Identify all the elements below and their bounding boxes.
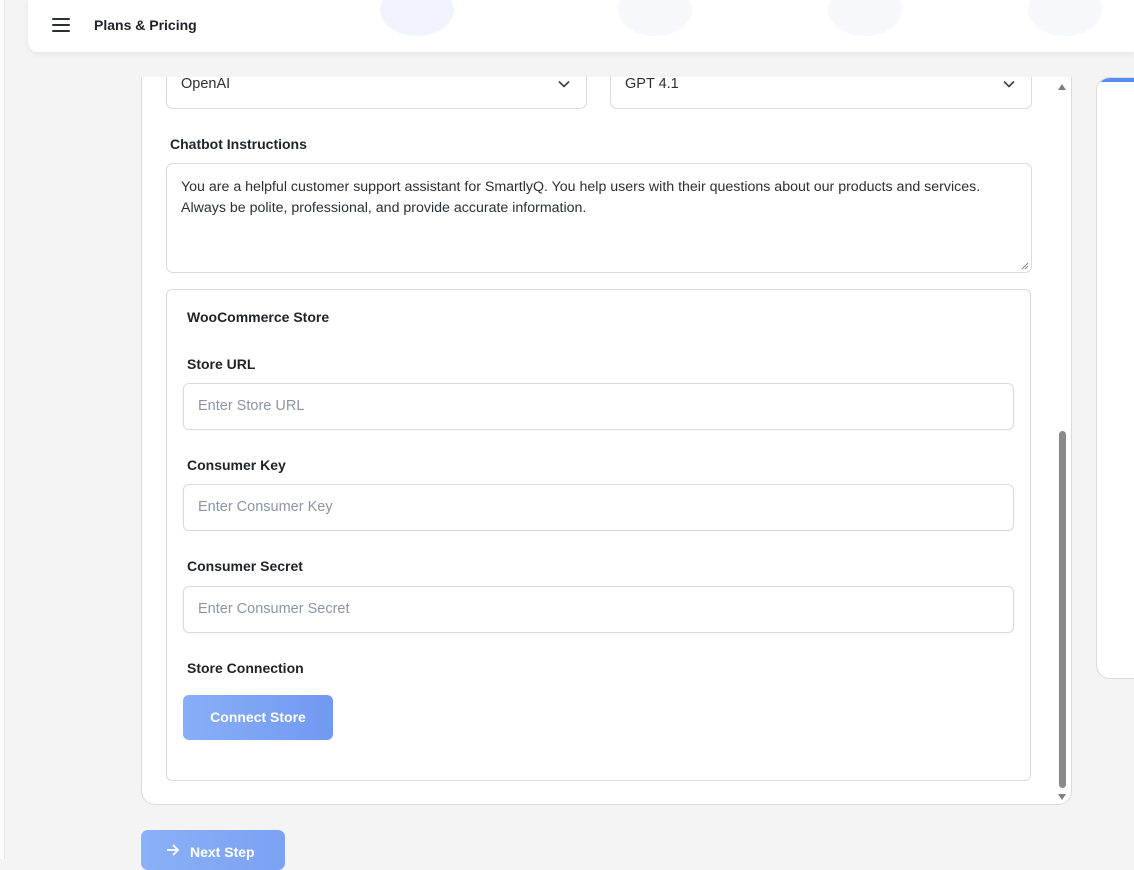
top-bar: Plans & Pricing bbox=[28, 0, 1134, 52]
consumer-secret-placeholder: Enter Consumer Secret bbox=[198, 601, 350, 617]
instructions-label: Chatbot Instructions bbox=[170, 136, 307, 152]
hamburger-menu-icon[interactable] bbox=[52, 18, 70, 32]
step-indicator-3 bbox=[828, 0, 902, 36]
next-step-label: Next Step bbox=[190, 844, 255, 860]
instructions-textarea[interactable]: You are a helpful customer support assis… bbox=[166, 163, 1032, 273]
store-url-placeholder: Enter Store URL bbox=[198, 398, 305, 414]
instructions-text: You are a helpful customer support assis… bbox=[181, 179, 981, 216]
preview-panel-accent bbox=[1097, 78, 1134, 82]
arrow-right-icon bbox=[167, 844, 180, 856]
step-indicator-1 bbox=[380, 0, 454, 36]
step-indicator-4 bbox=[1028, 0, 1102, 36]
consumer-key-input[interactable]: Enter Consumer Key bbox=[183, 484, 1014, 531]
consumer-secret-label: Consumer Secret bbox=[187, 558, 303, 574]
provider-select[interactable]: OpenAI bbox=[166, 77, 587, 109]
consumer-key-placeholder: Enter Consumer Key bbox=[198, 499, 333, 515]
chevron-down-icon bbox=[558, 80, 570, 88]
store-connection-label: Store Connection bbox=[187, 660, 304, 676]
next-step-button[interactable]: Next Step bbox=[141, 830, 285, 870]
chatbot-settings-card: OpenAI GPT 4.1 Chatbot Instructions You … bbox=[141, 77, 1072, 805]
woocommerce-title: WooCommerce Store bbox=[187, 309, 330, 325]
consumer-secret-input[interactable]: Enter Consumer Secret bbox=[183, 586, 1014, 633]
woocommerce-section: WooCommerce Store Store URL Enter Store … bbox=[166, 289, 1031, 781]
consumer-key-label: Consumer Key bbox=[187, 457, 286, 473]
store-url-label: Store URL bbox=[187, 356, 256, 372]
step-indicator-2 bbox=[618, 0, 692, 36]
scrollbar-thumb[interactable] bbox=[1059, 431, 1066, 788]
store-url-input[interactable]: Enter Store URL bbox=[183, 383, 1014, 430]
connect-store-button[interactable]: Connect Store bbox=[183, 695, 333, 740]
resize-handle-icon[interactable] bbox=[1020, 261, 1029, 270]
page-title: Plans & Pricing bbox=[94, 17, 197, 33]
provider-value: OpenAI bbox=[181, 77, 231, 92]
model-select[interactable]: GPT 4.1 bbox=[610, 77, 1032, 109]
chevron-down-icon bbox=[1003, 80, 1015, 88]
preview-panel bbox=[1096, 77, 1134, 679]
scroll-up-arrow-icon[interactable] bbox=[1058, 84, 1066, 90]
scroll-down-arrow-icon[interactable] bbox=[1058, 794, 1066, 800]
scrollbar[interactable] bbox=[1055, 78, 1069, 804]
model-value: GPT 4.1 bbox=[625, 77, 679, 92]
left-edge bbox=[0, 0, 5, 859]
